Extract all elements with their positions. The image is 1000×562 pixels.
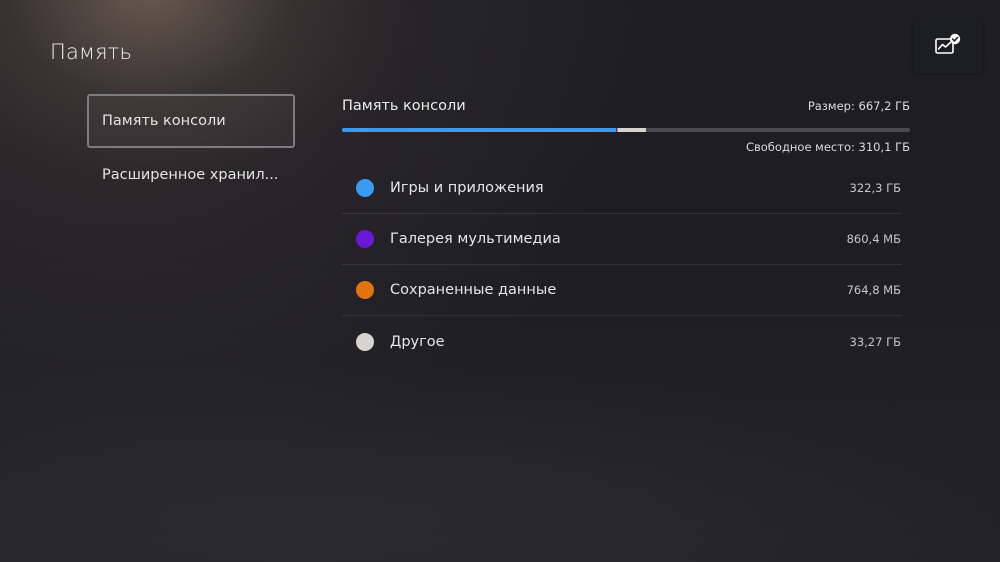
nav-item-extended-storage[interactable]: Расширенное хранил... (87, 148, 295, 202)
category-size: 860,4 МБ (846, 232, 901, 246)
storage-overview-button[interactable] (913, 17, 983, 73)
category-label: Сохраненные данные (390, 282, 557, 298)
category-color-dot (356, 332, 374, 351)
category-row-other[interactable]: Другое 33,27 ГБ (342, 316, 902, 367)
storage-free-space: Свободное место: 310,1 ГБ (745, 140, 910, 154)
category-size: 764,8 МБ (846, 283, 901, 297)
storage-total-size: Размер: 667,2 ГБ (807, 99, 910, 113)
storage-nav: Память консоли Расширенное хранил... (87, 94, 295, 202)
storage-category-list: Игры и приложения 322,3 ГБ Галерея мульт… (342, 163, 902, 367)
category-size: 322,3 ГБ (849, 181, 901, 195)
category-color-dot (356, 179, 374, 197)
nav-item-label: Память консоли (102, 113, 226, 129)
storage-usage-bar (342, 128, 910, 132)
storage-title: Память консоли (342, 98, 466, 114)
page-title: Память (50, 40, 133, 64)
storage-summary: Память консоли Размер: 667,2 ГБ Свободно… (342, 98, 910, 154)
storage-chart-check-icon (935, 33, 961, 54)
category-row-media[interactable]: Галерея мультимедиа 860,4 МБ (342, 214, 902, 265)
category-label: Другое (390, 333, 445, 350)
category-label: Игры и приложения (390, 180, 544, 196)
nav-item-console-storage[interactable]: Память консоли (87, 94, 295, 148)
nav-item-label: Расширенное хранил... (102, 167, 279, 183)
category-row-saves[interactable]: Сохраненные данные 764,8 МБ (342, 265, 902, 316)
category-row-games[interactable]: Игры и приложения 322,3 ГБ (342, 163, 902, 214)
category-label: Галерея мультимедиа (390, 231, 561, 247)
category-size: 33,27 ГБ (849, 334, 901, 349)
category-color-dot (356, 230, 374, 248)
usage-segment-other (617, 128, 647, 132)
usage-segment-games (342, 128, 617, 132)
category-color-dot (356, 281, 374, 299)
